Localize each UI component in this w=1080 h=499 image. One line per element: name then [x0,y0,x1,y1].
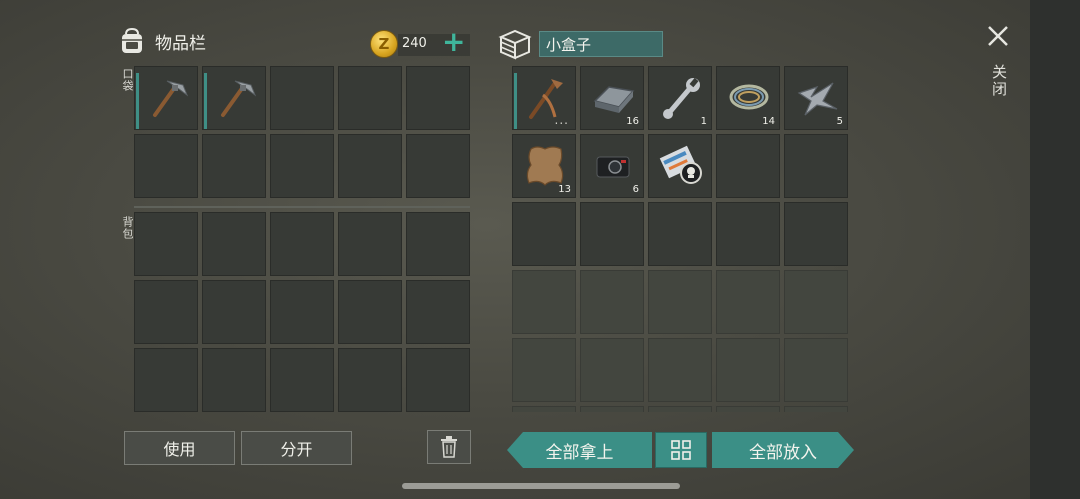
container-slot[interactable] [716,134,780,198]
camera-icon [589,141,637,189]
container-slot[interactable] [648,202,712,266]
scrap-metal-icon [793,73,841,121]
put-all-button[interactable]: 全部放入 [712,432,854,468]
container-slot[interactable] [580,202,644,266]
pocket-slot[interactable] [406,134,470,198]
container-slot[interactable] [784,270,848,334]
container-slot[interactable] [716,202,780,266]
backpack-label: 背包 [121,216,134,240]
pocket-slot[interactable] [338,66,402,130]
sort-button[interactable] [655,432,707,468]
trash-icon [441,436,457,458]
backpack-slot[interactable] [406,280,470,344]
pocket-slot[interactable] [270,134,334,198]
container-slot[interactable] [580,406,644,412]
container-slot[interactable] [716,270,780,334]
container-slot[interactable] [580,270,644,334]
backpack-slot[interactable] [202,212,266,276]
pocket-slot[interactable] [338,134,402,198]
container-slot[interactable]: 6 [580,134,644,198]
backpack-slot[interactable] [202,348,266,412]
pickaxe-icon [143,73,191,121]
container-slot[interactable] [648,338,712,402]
container-slot[interactable] [648,134,712,198]
container-slot[interactable]: ... [512,66,576,130]
container-slot[interactable] [784,338,848,402]
backpack-slot[interactable] [270,280,334,344]
item-quantity: 14 [762,116,775,127]
container-slot[interactable] [512,338,576,402]
backpack-slot[interactable] [406,348,470,412]
use-button[interactable]: 使用 [124,431,235,465]
backpack-slot[interactable] [134,280,198,344]
add-coins-button[interactable]: + [442,28,465,56]
backpack-slot[interactable] [338,348,402,412]
inventory-title: 物品栏 [155,33,206,54]
item-quantity: 1 [700,116,707,127]
container-slot[interactable] [716,338,780,402]
pocket-slot[interactable] [406,66,470,130]
trash-button[interactable] [427,430,471,464]
container-slot[interactable] [784,134,848,198]
pocket-slot[interactable] [270,66,334,130]
pocket-slot[interactable] [202,66,266,130]
item-quantity: 6 [632,184,639,195]
backpack-slot[interactable] [338,212,402,276]
backpack-slot[interactable] [270,212,334,276]
container-slot[interactable] [784,406,848,412]
container-slot[interactable]: 1 [648,66,712,130]
blueprint-scroll-icon [657,141,705,189]
item-quantity: ... [554,113,569,127]
container-slot[interactable] [512,202,576,266]
container-slot[interactable] [512,270,576,334]
coin-count: 240 [402,36,427,51]
backpack-slot[interactable] [270,348,334,412]
container-header: 小盒子 [497,28,663,60]
backpack-slot[interactable] [406,212,470,276]
inventory-header: 物品栏 [117,26,206,56]
metal-ingot-icon [589,73,637,121]
close-label[interactable]: 关闭 [989,64,1010,98]
container-slot[interactable] [716,406,780,412]
container-slot[interactable] [648,270,712,334]
pickaxe-icon [211,73,259,121]
split-button[interactable]: 分开 [241,431,352,465]
container-grid: ... 16 1 14 5 13 6 [512,66,848,412]
pocket-slot[interactable] [134,66,198,130]
backpack-grid [134,212,470,412]
backpack-slot[interactable] [134,212,198,276]
container-slot[interactable] [580,338,644,402]
item-quantity: 16 [626,116,639,127]
box-icon [498,29,532,60]
item-quantity: 5 [836,116,843,127]
container-slot[interactable]: 16 [580,66,644,130]
wrench-icon [657,73,705,121]
container-slot[interactable]: 13 [512,134,576,198]
item-quantity: 13 [558,184,571,195]
grid-sort-icon [671,440,691,460]
leather-hide-icon [521,141,569,189]
pocket-slot[interactable] [134,134,198,198]
backpack-icon [122,27,142,53]
take-all-button[interactable]: 全部拿上 [507,432,652,468]
container-slot[interactable]: 14 [716,66,780,130]
close-icon[interactable] [986,24,1010,48]
side-panel-strip [1030,0,1080,499]
home-indicator [402,483,680,489]
container-name-field[interactable]: 小盒子 [539,31,663,57]
container-slot[interactable] [648,406,712,412]
container-slot[interactable]: 5 [784,66,848,130]
container-slot[interactable] [512,406,576,412]
pocket-label: 口袋 [121,68,134,92]
container-slot[interactable] [784,202,848,266]
backpack-slot[interactable] [338,280,402,344]
wire-coil-icon [725,73,773,121]
pocket-grid [134,66,470,198]
pocket-slot[interactable] [202,134,266,198]
backpack-slot[interactable] [134,348,198,412]
coin-icon: Z [370,30,398,58]
backpack-slot[interactable] [202,280,266,344]
section-divider [134,206,470,208]
